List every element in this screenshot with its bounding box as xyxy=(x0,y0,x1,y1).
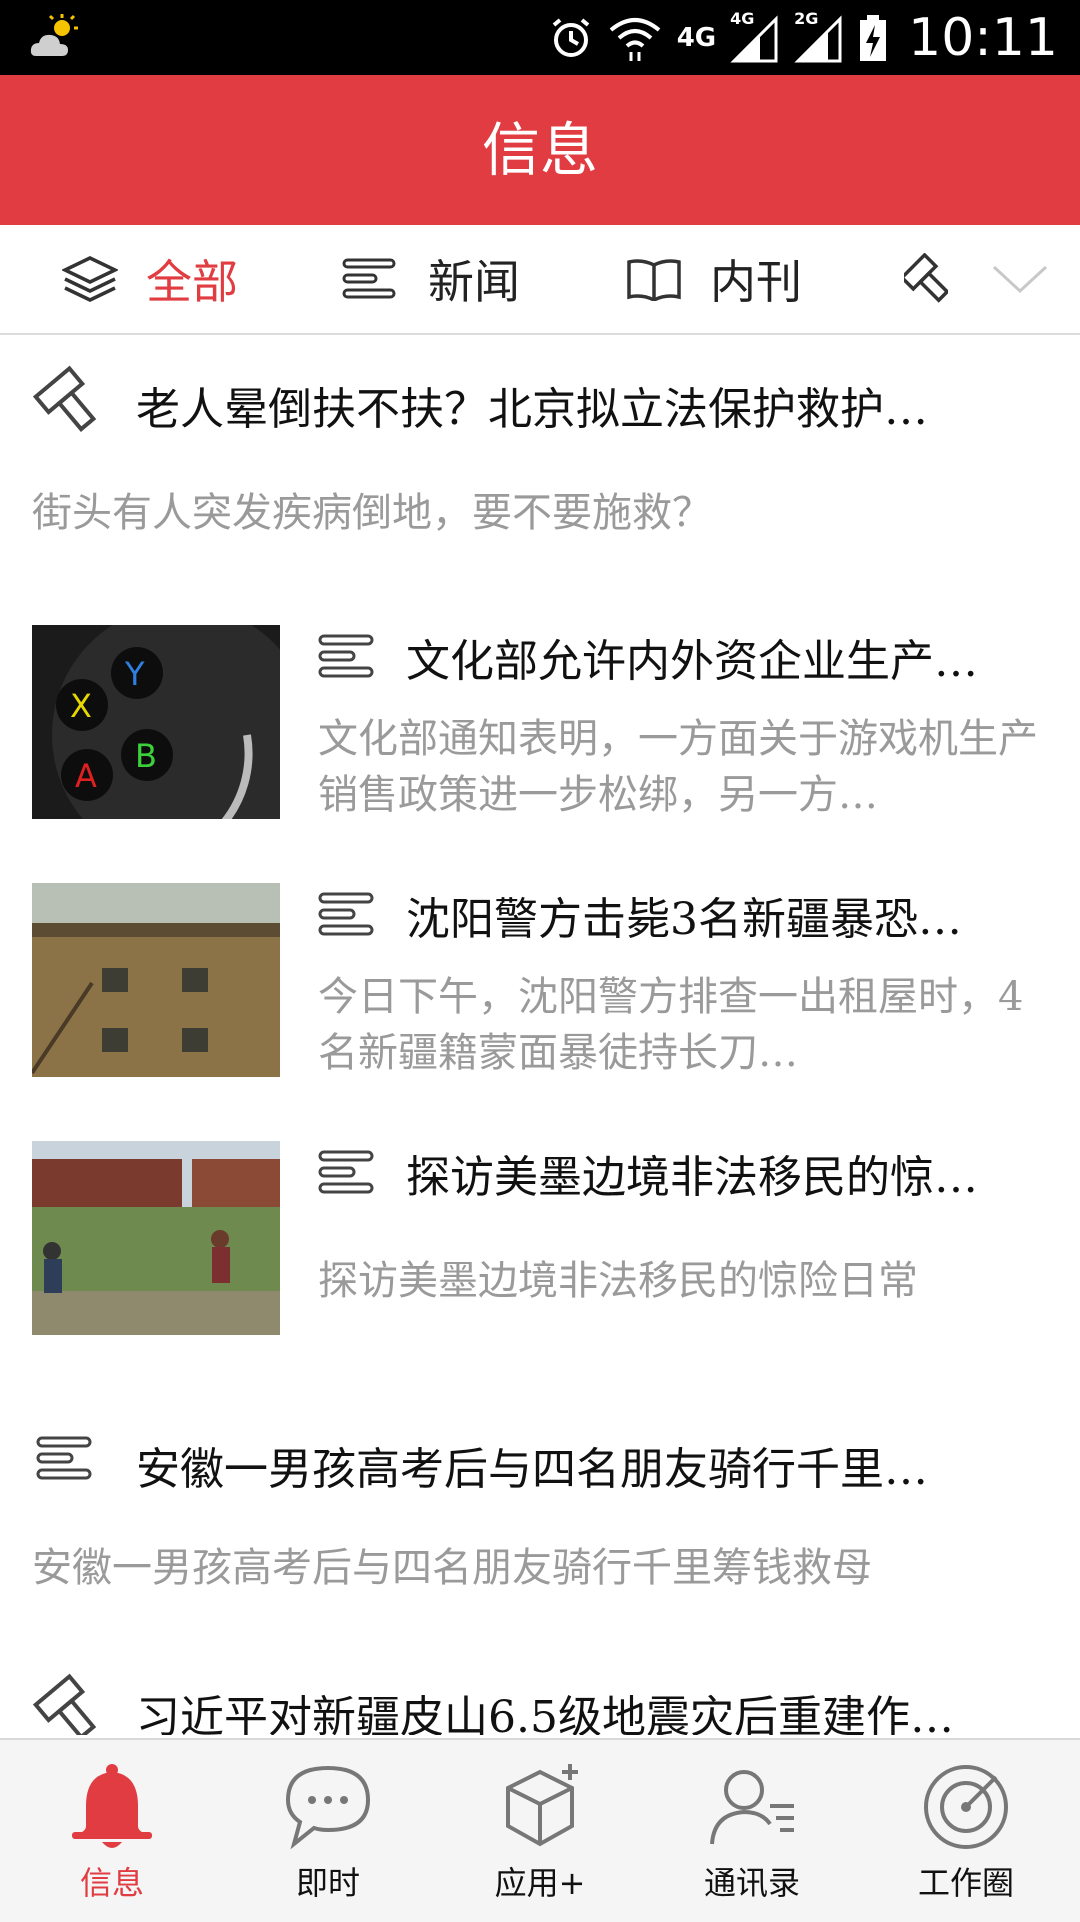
svg-text:A: A xyxy=(75,757,97,795)
news-title: 探访美墨边境非法移民的惊… xyxy=(406,1152,978,1203)
news-thumbnail: X Y B A xyxy=(32,625,280,819)
nav-workspace[interactable]: 工作圈 xyxy=(858,1740,1074,1922)
news-summary: 街头有人突发疾病倒地，要不要施救？ xyxy=(32,490,712,536)
tab-label: 全部 xyxy=(146,255,238,309)
gavel-icon xyxy=(904,253,948,303)
signal-icon: 2G xyxy=(794,9,844,63)
lines-icon xyxy=(318,1150,374,1194)
nav-label: 通讯录 xyxy=(703,1864,800,1902)
target-icon xyxy=(924,1765,1008,1849)
alarm-icon xyxy=(552,17,589,57)
weather-partly-cloudy-icon xyxy=(30,14,78,56)
list-item[interactable]: X Y B A 文化部允许内外资企业生产… 文化部通知表明，一方面关于游戏机生产… xyxy=(0,625,1080,825)
lines-icon xyxy=(36,1436,92,1480)
layers-icon xyxy=(62,256,118,302)
news-summary: 探访美墨边境非法移民的惊险日常 xyxy=(318,1258,918,1304)
nav-label: 信息 xyxy=(79,1864,144,1902)
bell-icon xyxy=(72,1764,152,1848)
gavel-icon xyxy=(32,1673,97,1735)
nav-label: 即时 xyxy=(295,1864,360,1902)
list-item[interactable]: 安徽一男孩高考后与四名朋友骑行千里… 安徽一男孩高考后与四名朋友骑行千里筹钱救母 xyxy=(0,1395,1080,1595)
tab-news[interactable]: 新闻 xyxy=(342,225,520,333)
news-summary: 安徽一男孩高考后与四名朋友骑行千里筹钱救母 xyxy=(32,1545,872,1591)
tab-all[interactable]: 全部 xyxy=(62,225,238,333)
nav-label: 应用+ xyxy=(494,1864,586,1902)
tab-label: 新闻 xyxy=(428,255,520,309)
battery-charging-icon xyxy=(860,14,887,61)
lines-icon xyxy=(318,634,374,678)
nav-label: 工作圈 xyxy=(917,1864,1014,1902)
page-title: 信息 xyxy=(481,116,598,184)
app-header: 信息 xyxy=(0,75,1080,225)
news-thumbnail xyxy=(32,883,280,1077)
box-plus-icon xyxy=(506,1764,578,1847)
contacts-icon xyxy=(710,1770,794,1845)
tab-label: 内刊 xyxy=(710,255,802,309)
nav-contacts[interactable]: 通讯录 xyxy=(644,1740,860,1922)
news-title: 安徽一男孩高考后与四名朋友骑行千里… xyxy=(136,1444,928,1495)
news-feed: 老人晕倒扶不扶？北京拟立法保护救护… 街头有人突发疾病倒地，要不要施救？ X Y… xyxy=(0,335,1080,1735)
list-item[interactable]: 老人晕倒扶不扶？北京拟立法保护救护… 街头有人突发疾病倒地，要不要施救？ xyxy=(0,335,1080,545)
gavel-icon xyxy=(32,365,97,432)
tab-journal[interactable]: 内刊 xyxy=(626,225,802,333)
signal-icon: 4G xyxy=(730,9,780,63)
lines-icon xyxy=(318,892,374,936)
category-tabs: 全部 新闻 内刊 xyxy=(0,225,1080,335)
news-summary: 文化部通知表明，一方面关于游戏机生产销售政策进一步松绑，另一方… xyxy=(318,716,1038,818)
wifi-icon xyxy=(609,17,660,61)
tab-partial[interactable] xyxy=(904,225,976,333)
chat-bubble-icon xyxy=(285,1765,371,1850)
news-title: 沈阳警方击毙3名新疆暴恐… xyxy=(406,894,962,945)
bottom-nav: 信息 即时 应用+ 通讯录 工作圈 xyxy=(0,1738,1080,1922)
news-thumbnail xyxy=(32,1141,280,1335)
clock: 10:11 xyxy=(908,7,1058,68)
list-item[interactable]: 沈阳警方击毙3名新疆暴恐… 今日下午，沈阳警方排查一出租屋时，4名新疆籍蒙面暴徒… xyxy=(0,883,1080,1083)
book-icon xyxy=(627,259,681,301)
nav-messages[interactable]: 信息 xyxy=(4,1740,220,1922)
list-item[interactable]: 习近平对新疆皮山6.5级地震灾后重建作… xyxy=(0,1653,1080,1735)
chevron-down-icon[interactable] xyxy=(990,253,1050,303)
news-summary: 今日下午，沈阳警方排查一出租屋时，4名新疆籍蒙面暴徒持长刀… xyxy=(318,974,1024,1076)
svg-text:B: B xyxy=(135,737,157,775)
nav-instant[interactable]: 即时 xyxy=(220,1740,436,1922)
svg-text:X: X xyxy=(70,687,92,725)
svg-text:Y: Y xyxy=(124,655,145,693)
news-title: 习近平对新疆皮山6.5级地震灾后重建作… xyxy=(136,1692,954,1735)
status-bar: 4G 4G 2G 10:11 xyxy=(0,0,1080,75)
lines-icon xyxy=(342,258,396,299)
network-type-label: 4G xyxy=(676,22,717,53)
news-title: 文化部允许内外资企业生产… xyxy=(406,636,978,687)
list-item[interactable]: 探访美墨边境非法移民的惊… 探访美墨边境非法移民的惊险日常 xyxy=(0,1141,1080,1341)
nav-apps[interactable]: 应用+ xyxy=(432,1740,648,1922)
news-title: 老人晕倒扶不扶？北京拟立法保护救护… xyxy=(136,384,928,435)
